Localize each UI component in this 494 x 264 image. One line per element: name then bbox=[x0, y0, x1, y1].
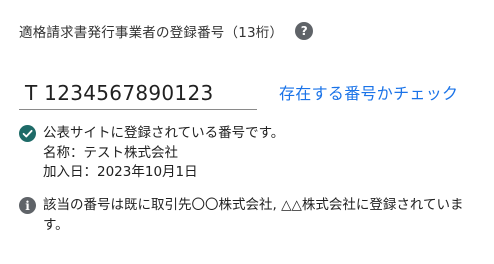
registration-number-value: T 1234567890123 bbox=[25, 80, 214, 105]
help-icon[interactable]: ? bbox=[295, 22, 314, 40]
check-circle-icon bbox=[19, 125, 36, 142]
duplicate-notice-text: 該当の番号は既に取引先〇〇株式会社, △△株式会社に登録されています。 bbox=[43, 197, 464, 233]
result-registration-date: 加入日：2023年10月1日 bbox=[43, 164, 198, 180]
registration-label: 適格請求書発行事業者の登録番号（13桁） bbox=[19, 25, 284, 41]
duplicate-notice: i 該当の番号は既に取引先〇〇株式会社, △△株式会社に登録されています。 bbox=[19, 196, 479, 235]
result-company-name: 名称：テスト株式会社 bbox=[43, 144, 178, 161]
info-icon: i bbox=[19, 197, 36, 214]
registration-number-input[interactable]: T 1234567890123 bbox=[19, 76, 257, 110]
registration-input-row: T 1234567890123 存在する番号かチェック bbox=[19, 76, 489, 112]
verification-result-row: 公表サイトに登録されている番号です。 名称：テスト株式会社 加入日：2023年1… bbox=[19, 124, 479, 183]
registration-label-row: 適格請求書発行事業者の登録番号（13桁） ? bbox=[19, 19, 314, 43]
result-lines: 公表サイトに登録されている番号です。 名称：テスト株式会社 加入日：2023年1… bbox=[43, 124, 284, 183]
verification-result: 公表サイトに登録されている番号です。 名称：テスト株式会社 加入日：2023年1… bbox=[19, 124, 479, 183]
invoice-registration-panel: 適格請求書発行事業者の登録番号（13桁） ? T 1234567890123 存… bbox=[0, 0, 494, 264]
check-existence-link[interactable]: 存在する番号かチェック bbox=[279, 80, 458, 104]
result-message: 公表サイトに登録されている番号です。 bbox=[43, 125, 285, 141]
